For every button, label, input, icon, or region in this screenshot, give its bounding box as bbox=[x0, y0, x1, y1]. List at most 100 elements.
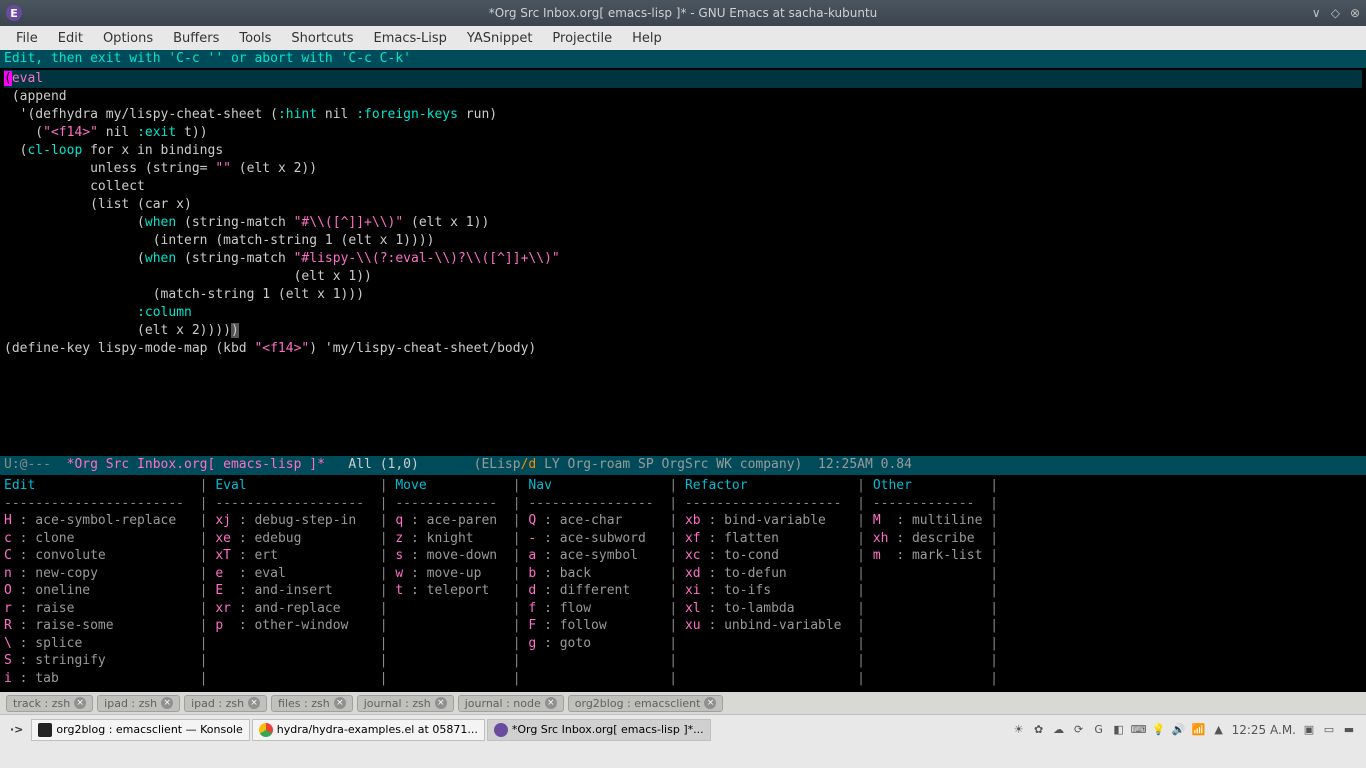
modeline-modes-b: LY Org-roam SP OrgSrc WK company) bbox=[536, 457, 802, 473]
code-string: "" bbox=[215, 161, 231, 176]
code-line: (match-string 1 (elt x 1))) bbox=[4, 287, 364, 302]
modeline-buffer[interactable]: *Org Src Inbox.org[ emacs-lisp ]* bbox=[67, 457, 325, 473]
menu-options[interactable]: Options bbox=[93, 28, 163, 49]
menu-edit[interactable]: Edit bbox=[48, 28, 93, 49]
code-string: "#\\([^]]+\\)" bbox=[294, 215, 404, 230]
mode-line: U:@--- *Org Src Inbox.org[ emacs-lisp ]*… bbox=[0, 456, 1366, 474]
emacs-icon bbox=[494, 723, 508, 737]
close-icon[interactable]: ⊗ bbox=[1350, 6, 1360, 20]
tray-icon[interactable]: ▣ bbox=[1302, 723, 1316, 737]
tab-label: journal : zsh bbox=[364, 697, 431, 710]
background-tab[interactable]: files : zsh × bbox=[271, 695, 353, 712]
bulb-icon[interactable]: 💡 bbox=[1152, 723, 1166, 737]
close-icon[interactable]: × bbox=[704, 697, 716, 709]
tray-icon[interactable]: ✿ bbox=[1032, 723, 1046, 737]
menu-shortcuts[interactable]: Shortcuts bbox=[281, 28, 363, 49]
code-line: (intern (match-string 1 (elt x 1)))) bbox=[4, 233, 434, 248]
menu-yasnippet[interactable]: YASnippet bbox=[457, 28, 543, 49]
close-icon[interactable]: × bbox=[545, 697, 557, 709]
tab-label: track : zsh bbox=[13, 697, 70, 710]
tray-icon[interactable]: G bbox=[1092, 723, 1106, 737]
paren-match: ) bbox=[231, 323, 239, 338]
taskbar-item-konsole[interactable]: org2blog : emacsclient — Konsole bbox=[31, 719, 249, 741]
code-line bbox=[4, 305, 137, 320]
chrome-icon bbox=[259, 723, 273, 737]
tab-label: ipad : zsh bbox=[191, 697, 244, 710]
wifi-icon[interactable]: 📶 bbox=[1192, 723, 1206, 737]
code-line: (elt x 1)) bbox=[4, 269, 372, 284]
taskbar-label: org2blog : emacsclient — Konsole bbox=[56, 723, 242, 736]
emacs-menubar: File Edit Options Buffers Tools Shortcut… bbox=[0, 26, 1366, 50]
code-line: (append bbox=[4, 89, 67, 104]
tray-icon[interactable]: ▬ bbox=[1342, 723, 1356, 737]
start-button[interactable]: ·> bbox=[4, 721, 29, 738]
code-line: run) bbox=[458, 107, 497, 122]
menu-file[interactable]: File bbox=[6, 28, 48, 49]
keyboard-icon[interactable]: ⌨ bbox=[1132, 723, 1146, 737]
modeline-prefix: U:@--- bbox=[4, 457, 67, 473]
hydra-panel: Edit | Eval | Move | Nav | Refactor | Ot… bbox=[0, 474, 1366, 692]
code-keyword: cl-loop bbox=[27, 143, 82, 158]
tray-icon[interactable]: ⟳ bbox=[1072, 723, 1086, 737]
close-icon[interactable]: × bbox=[74, 697, 86, 709]
minimize-icon[interactable]: ∨ bbox=[1312, 6, 1321, 20]
tab-label: org2blog : emacsclient bbox=[575, 697, 701, 710]
tab-label: files : zsh bbox=[278, 697, 330, 710]
background-tab[interactable]: track : zsh × bbox=[6, 695, 93, 712]
background-tab[interactable]: org2blog : emacsclient× bbox=[568, 695, 724, 712]
maximize-icon[interactable]: ◇ bbox=[1331, 6, 1340, 20]
code-line: ( bbox=[4, 251, 145, 266]
taskbar-label: hydra/hydra-examples.el at 05871... bbox=[277, 723, 478, 736]
code-keyword: :hint bbox=[278, 107, 317, 122]
window-titlebar: E *Org Src Inbox.org[ emacs-lisp ]* - GN… bbox=[0, 0, 1366, 26]
code-keyword: :foreign-keys bbox=[356, 107, 458, 122]
close-icon[interactable]: × bbox=[248, 697, 260, 709]
code-line: '(defhydra my/lispy-cheat-sheet ( bbox=[4, 107, 278, 122]
modeline-modes-slash: /d bbox=[521, 457, 537, 473]
background-tab[interactable]: ipad : zsh × bbox=[97, 695, 180, 712]
taskbar-label: *Org Src Inbox.org[ emacs-lisp ]*... bbox=[512, 723, 704, 736]
tray-icon[interactable]: ☁ bbox=[1052, 723, 1066, 737]
code-string: "<f14>" bbox=[43, 125, 98, 140]
modeline-modes: (ELisp bbox=[474, 457, 521, 473]
code-line: for x in bindings bbox=[82, 143, 223, 158]
tray-icon[interactable]: ☀ bbox=[1012, 723, 1026, 737]
menu-help[interactable]: Help bbox=[622, 28, 672, 49]
menu-emacs-lisp[interactable]: Emacs-Lisp bbox=[364, 28, 457, 49]
menu-buffers[interactable]: Buffers bbox=[163, 28, 229, 49]
tray-icon[interactable]: ▭ bbox=[1322, 723, 1336, 737]
header-line: Edit, then exit with 'C-c '' or abort wi… bbox=[0, 50, 1366, 68]
tab-label: ipad : zsh bbox=[104, 697, 157, 710]
code-keyword: :column bbox=[137, 305, 192, 320]
tab-label: journal : node bbox=[465, 697, 541, 710]
taskbar-item-chrome[interactable]: hydra/hydra-examples.el at 05871... bbox=[252, 719, 485, 741]
code-string: "#lispy-\\(?:eval-\\)?\\([^]]+\\)" bbox=[294, 251, 560, 266]
close-icon[interactable]: × bbox=[334, 697, 346, 709]
close-icon[interactable]: × bbox=[435, 697, 447, 709]
menu-tools[interactable]: Tools bbox=[229, 28, 281, 49]
background-tab[interactable]: ipad : zsh × bbox=[184, 695, 267, 712]
taskbar: ·> org2blog : emacsclient — Konsole hydr… bbox=[0, 714, 1366, 744]
volume-icon[interactable]: 🔊 bbox=[1172, 723, 1186, 737]
code-line: (elt x 2)))) bbox=[4, 323, 231, 338]
code-line: (string-match bbox=[176, 251, 293, 266]
window-title: *Org Src Inbox.org[ emacs-lisp ]* - GNU … bbox=[489, 6, 878, 20]
code-string: "<f14>" bbox=[254, 341, 309, 356]
code-line: (elt x 2)) bbox=[231, 161, 317, 176]
expand-icon[interactable]: ▲ bbox=[1212, 723, 1226, 737]
code-keyword: when bbox=[145, 215, 176, 230]
menu-projectile[interactable]: Projectile bbox=[542, 28, 622, 49]
code-line: nil bbox=[98, 125, 137, 140]
tray-icon[interactable]: ◧ bbox=[1112, 723, 1126, 737]
code-line: ( bbox=[4, 215, 145, 230]
code-keyword: :exit bbox=[137, 125, 176, 140]
editor-buffer[interactable]: (eval (append '(defhydra my/lispy-cheat-… bbox=[0, 68, 1366, 456]
taskbar-clock[interactable]: 12:25 A.M. bbox=[1232, 723, 1296, 737]
taskbar-item-emacs[interactable]: *Org Src Inbox.org[ emacs-lisp ]*... bbox=[487, 719, 711, 741]
emacs-icon: E bbox=[6, 5, 22, 21]
background-tab[interactable]: journal : zsh × bbox=[357, 695, 454, 712]
code-line: (string-match bbox=[176, 215, 293, 230]
code-keyword: when bbox=[145, 251, 176, 266]
close-icon[interactable]: × bbox=[161, 697, 173, 709]
background-tab[interactable]: journal : node × bbox=[458, 695, 564, 712]
